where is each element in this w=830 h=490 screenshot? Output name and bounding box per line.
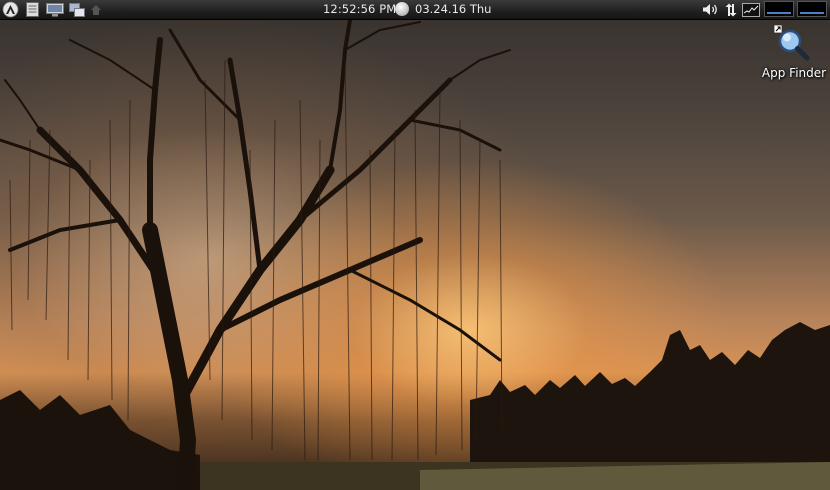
magnifier-icon [773, 24, 810, 61]
app-finder-desktop-icon[interactable]: App Finder [760, 24, 826, 84]
system-monitor-button[interactable] [741, 2, 760, 17]
desktop-wallpaper [0, 0, 830, 490]
document-icon [26, 2, 39, 17]
home-button[interactable] [89, 2, 103, 17]
workspace-1[interactable] [764, 1, 794, 17]
calendar-globe-icon [395, 2, 409, 16]
file-manager-button[interactable] [25, 2, 40, 17]
monitor-icon [46, 2, 64, 16]
terminal-button[interactable] [45, 2, 65, 17]
wallpaper-scene [0, 18, 830, 490]
home-icon [91, 4, 101, 15]
left-bushes [0, 390, 200, 490]
panel-clock[interactable]: 12:52:56 PM [323, 2, 396, 17]
workspace-2-indicator [800, 12, 824, 14]
monitor-graph-icon [741, 2, 760, 17]
workspace-1-indicator [767, 12, 791, 14]
workspace-2[interactable] [797, 1, 827, 17]
app-menu-icon [2, 1, 19, 18]
network-arrows-icon [725, 3, 737, 16]
speaker-icon [703, 4, 717, 15]
tree-line [470, 322, 830, 470]
top-panel: 12:52:56 PM 03.24.16 Thu [0, 0, 830, 20]
willow-strands [9, 59, 503, 461]
app-finder-icon-wrap [773, 24, 811, 62]
app-menu-button[interactable] [1, 1, 20, 18]
windows-icon [69, 2, 85, 17]
network-button[interactable] [723, 2, 739, 17]
windows-button[interactable] [68, 2, 86, 17]
app-finder-label: App Finder [761, 66, 827, 80]
panel-date[interactable]: 03.24.16 Thu [415, 2, 491, 17]
volume-button[interactable] [701, 2, 721, 17]
